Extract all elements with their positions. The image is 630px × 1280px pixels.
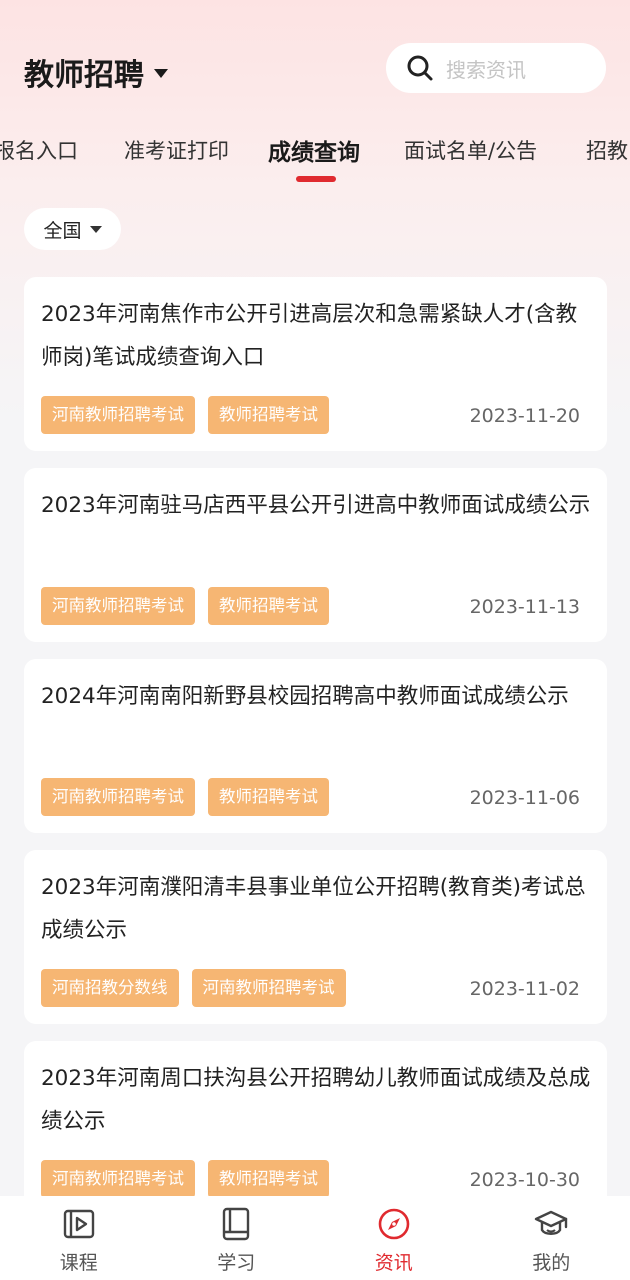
article-tags: 河南教师招聘考试 教师招聘考试 [41,396,342,434]
active-tab-indicator [296,176,336,182]
article-card[interactable]: 2023年河南濮阳清丰县事业单位公开招聘(教育类)考试总成绩公示 河南招教分数线… [24,850,607,1024]
nav-item-profile[interactable]: 我的 [473,1196,630,1280]
video-course-icon [63,1209,94,1239]
article-title: 2024年河南南阳新野县校园招聘高中教师面试成绩公示 [41,684,569,709]
article-card[interactable]: 2023年河南焦作市公开引进高层次和急需紧缺人才(含教师岗)笔试成绩查询入口 河… [24,277,607,451]
nav-label: 我的 [532,1252,571,1274]
article-card[interactable]: 2023年河南周口扶沟县公开招聘幼儿教师面试成绩及总成绩公示 河南教师招聘考试 … [24,1041,607,1215]
category-tabs: 报名入口 准考证打印 成绩查询 面试名单/公告 招教 [0,125,630,195]
article-title: 2023年河南濮阳清丰县事业单位公开招聘(教育类)考试总成绩公示 [41,875,586,943]
article-tags: 河南教师招聘考试 教师招聘考试 [41,1160,342,1198]
article-card[interactable]: 2023年河南驻马店西平县公开引进高中教师面试成绩公示 河南教师招聘考试 教师招… [24,468,607,642]
article-tag[interactable]: 教师招聘考试 [208,587,329,625]
article-tag[interactable]: 河南招教分数线 [41,969,179,1007]
tab-registration[interactable]: 报名入口 [0,135,78,165]
article-title: 2023年河南焦作市公开引进高层次和急需紧缺人才(含教师岗)笔试成绩查询入口 [41,302,578,370]
nav-item-courses[interactable]: 课程 [0,1196,158,1280]
article-list: 2023年河南焦作市公开引进高层次和急需紧缺人才(含教师岗)笔试成绩查询入口 河… [24,277,607,1232]
caret-down-icon [154,68,168,78]
article-tag[interactable]: 河南教师招聘考试 [41,396,195,434]
article-tag[interactable]: 河南教师招聘考试 [41,778,195,816]
page-title: 教师招聘 [24,58,144,93]
article-date: 2023-11-13 [469,596,580,618]
article-tag[interactable]: 河南教师招聘考试 [41,587,195,625]
article-title: 2023年河南驻马店西平县公开引进高中教师面试成绩公示 [41,493,591,518]
nav-item-news[interactable]: 资讯 [315,1196,473,1280]
search-placeholder: 搜索资讯 [446,57,526,82]
tab-interview-list[interactable]: 面试名单/公告 [404,135,537,165]
compass-icon [378,1208,410,1240]
nav-label: 课程 [59,1252,98,1274]
article-tag[interactable]: 河南教师招聘考试 [191,969,346,1007]
region-filter-dropdown[interactable]: 全国 [24,208,121,250]
article-date: 2023-11-20 [469,405,580,427]
article-tags: 河南教师招聘考试 教师招聘考试 [41,587,342,625]
tab-recruitment[interactable]: 招教 [586,135,628,165]
category-selector[interactable]: 教师招聘 [24,50,168,94]
article-tag[interactable]: 教师招聘考试 [208,778,329,816]
article-tag[interactable]: 教师招聘考试 [208,396,329,434]
article-tags: 河南教师招聘考试 教师招聘考试 [41,778,342,816]
article-tag[interactable]: 河南教师招聘考试 [41,1160,195,1198]
article-tag[interactable]: 教师招聘考试 [208,1160,329,1198]
top-header: 教师招聘 搜索资讯 [0,40,630,100]
graduation-cap-icon [535,1210,568,1235]
search-input[interactable]: 搜索资讯 [386,43,606,93]
tab-admission-ticket[interactable]: 准考证打印 [124,135,229,165]
nav-label: 资讯 [374,1252,413,1274]
book-icon [223,1207,250,1241]
article-date: 2023-10-30 [469,1169,580,1191]
article-date: 2023-11-02 [469,978,580,1000]
article-date: 2023-11-06 [469,787,580,809]
bottom-navigation: 课程 学习 资讯 我的 [0,1196,630,1280]
region-filter-label: 全国 [43,219,82,242]
nav-item-study[interactable]: 学习 [158,1196,316,1280]
article-title: 2023年河南周口扶沟县公开招聘幼儿教师面试成绩及总成绩公示 [41,1066,591,1134]
article-card[interactable]: 2024年河南南阳新野县校园招聘高中教师面试成绩公示 河南教师招聘考试 教师招聘… [24,659,607,833]
article-tags: 河南招教分数线 河南教师招聘考试 [41,969,359,1007]
nav-label: 学习 [217,1252,256,1274]
tab-score-query[interactable]: 成绩查询 [268,133,360,167]
search-icon [407,55,433,81]
caret-down-icon [89,225,102,233]
